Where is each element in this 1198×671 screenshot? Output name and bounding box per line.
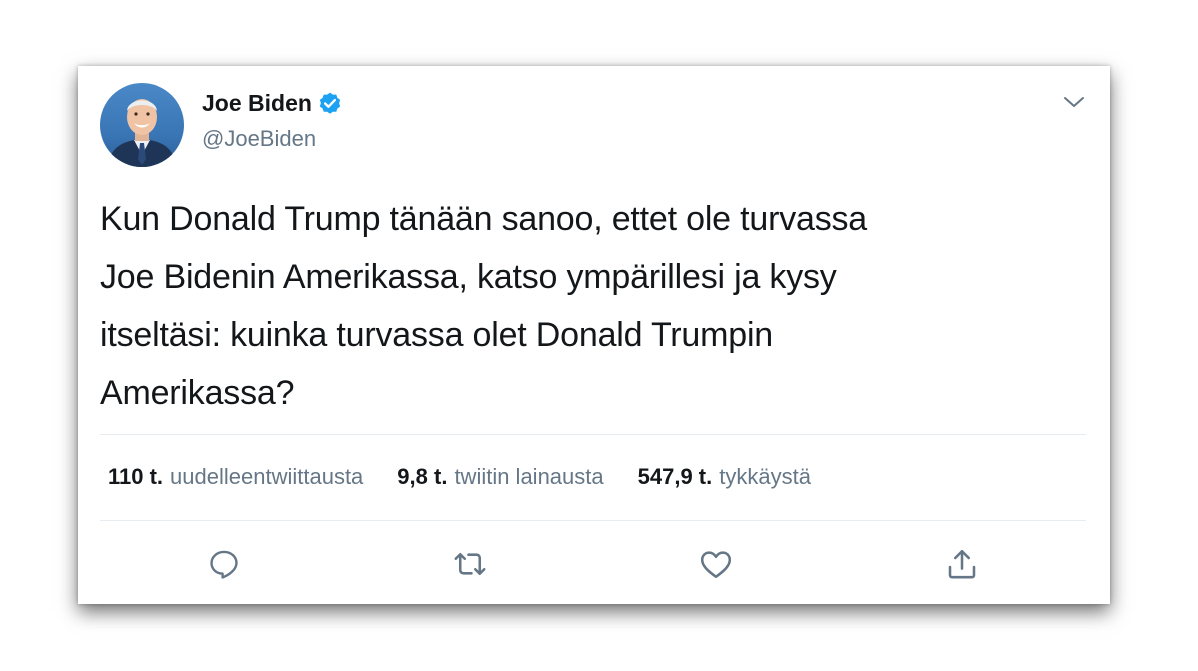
author-handle[interactable]: @JoeBiden	[202, 126, 316, 152]
avatar[interactable]	[100, 83, 184, 167]
quote-label: twiitin lainausta	[454, 464, 604, 489]
action-bar	[78, 544, 1110, 588]
tweet-text: Kun Donald Trump tänään sanoo, ettet ole…	[100, 190, 1090, 422]
tweet-text-line: Joe Bidenin Amerikassa, katso ympärilles…	[100, 258, 837, 296]
share-icon	[948, 549, 976, 579]
like-button[interactable]	[696, 544, 736, 584]
divider	[100, 434, 1086, 435]
retweet-label: uudelleentwiittausta	[170, 464, 364, 489]
like-count: 547,9 t.	[637, 464, 713, 489]
like-label: tykkäystä	[719, 464, 811, 489]
verified-badge-icon	[319, 92, 341, 114]
avatar-image	[108, 99, 176, 167]
heart-icon	[700, 551, 732, 579]
divider	[100, 520, 1086, 521]
tweet-text-line: Kun Donald Trump tänään sanoo, ettet ole…	[100, 200, 868, 238]
retweet-icon	[454, 552, 486, 576]
tweet-text-line: itseltäsi: kuinka turvassa olet Donald T…	[100, 316, 774, 354]
retweet-count: 110 t.	[108, 464, 164, 489]
reply-icon	[210, 550, 238, 579]
quote-count: 9,8 t.	[397, 464, 448, 489]
chevron-down-icon[interactable]	[1062, 92, 1086, 112]
author-row: Joe Biden	[202, 90, 343, 117]
engagement-stats: 110 t. uudelleentwiittausta 9,8 t. twiit…	[108, 464, 845, 490]
author-name[interactable]: Joe Biden	[202, 90, 312, 117]
reply-button[interactable]	[204, 544, 244, 584]
retweet-button[interactable]	[450, 544, 490, 584]
quote-count-stat[interactable]: 9,8 t. twiitin lainausta	[397, 464, 603, 490]
tweet-card: Joe Biden @JoeBiden Kun Donald Trump tän…	[78, 66, 1110, 604]
tweet-text-line: Amerikassa?	[100, 374, 295, 412]
share-button[interactable]	[942, 544, 982, 584]
retweet-count-stat[interactable]: 110 t. uudelleentwiittausta	[108, 464, 363, 490]
like-count-stat[interactable]: 547,9 t. tykkäystä	[638, 464, 811, 490]
